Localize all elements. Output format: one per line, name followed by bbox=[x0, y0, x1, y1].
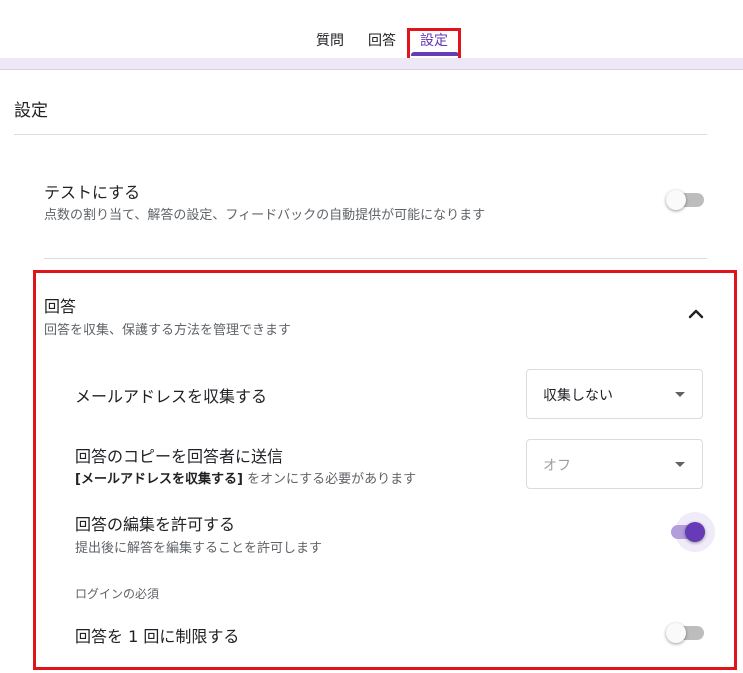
send-copy-select: オフ bbox=[526, 439, 703, 489]
top-tab-bar: 質問 回答 設定 bbox=[0, 0, 743, 61]
header-band bbox=[0, 58, 743, 70]
quiz-toggle[interactable] bbox=[666, 188, 706, 212]
send-copy-value: オフ bbox=[543, 458, 571, 474]
page-title: 設定 bbox=[14, 101, 48, 121]
toggle-thumb bbox=[666, 623, 686, 643]
dropdown-arrow-icon bbox=[675, 392, 685, 397]
quiz-description: 点数の割り当て、解答の設定、フィードバックの自動提供が可能になります bbox=[44, 208, 486, 223]
send-copy-label: 回答のコピーを回答者に送信 bbox=[75, 447, 284, 466]
limit-one-toggle[interactable] bbox=[666, 621, 706, 645]
allow-edit-label: 回答の編集を許可する bbox=[75, 515, 236, 534]
title-divider bbox=[14, 134, 707, 135]
collect-email-label: メールアドレスを収集する bbox=[75, 387, 268, 406]
collect-email-value: 収集しない bbox=[543, 388, 613, 404]
quiz-title: テストにする bbox=[44, 183, 141, 202]
responses-section-description: 回答を収集、保護する方法を管理できます bbox=[44, 323, 292, 338]
tab-responses[interactable]: 回答 bbox=[368, 30, 396, 50]
allow-edit-toggle[interactable] bbox=[667, 520, 707, 544]
allow-edit-description: 提出後に解答を編集することを許可します bbox=[75, 541, 323, 556]
settings-tab-highlight-box bbox=[407, 28, 461, 61]
collect-email-select[interactable]: 収集しない bbox=[526, 369, 703, 419]
toggle-thumb bbox=[666, 190, 686, 210]
tab-questions[interactable]: 質問 bbox=[316, 30, 344, 50]
send-copy-note-rest: をオンにする必要があります bbox=[242, 472, 417, 487]
login-required-group-label: ログインの必須 bbox=[75, 587, 160, 601]
send-copy-note: [メールアドレスを収集する] をオンにする必要があります bbox=[75, 468, 416, 487]
dropdown-arrow-icon bbox=[675, 462, 685, 467]
quiz-divider bbox=[44, 258, 707, 259]
chevron-up-icon[interactable] bbox=[686, 306, 706, 320]
responses-section-title: 回答 bbox=[44, 297, 77, 316]
toggle-thumb bbox=[685, 522, 705, 542]
send-copy-note-bold: [メールアドレスを収集する] bbox=[75, 472, 243, 487]
limit-one-label: 回答を 1 回に制限する bbox=[75, 627, 240, 646]
